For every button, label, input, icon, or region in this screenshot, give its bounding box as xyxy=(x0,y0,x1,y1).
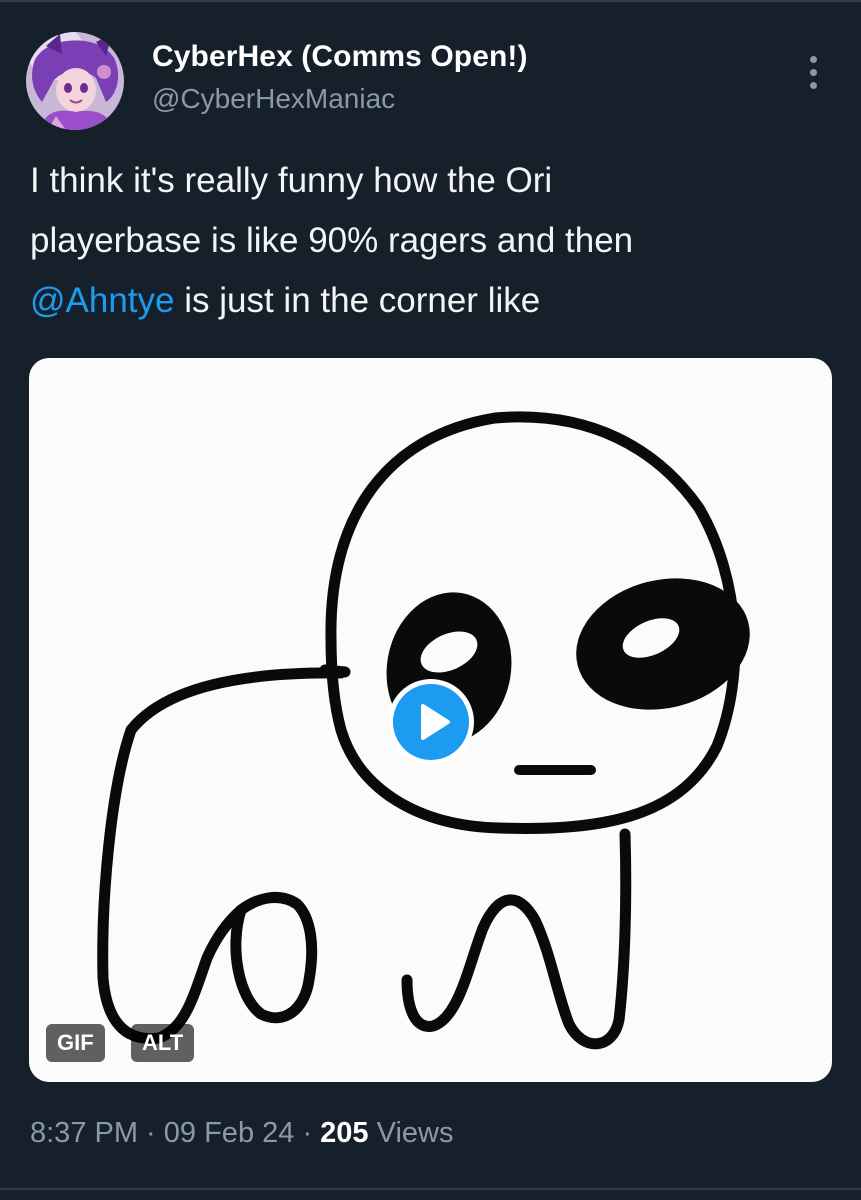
gif-badge: GIF xyxy=(46,1024,105,1062)
meta-separator: · xyxy=(294,1117,321,1149)
views-label: Views xyxy=(368,1117,454,1149)
tweet-text-line: playerbase is like 90% ragers and then xyxy=(30,221,634,260)
tweet-text: I think it's really funny how the Ori pl… xyxy=(30,151,830,331)
more-dot-icon xyxy=(810,56,817,63)
more-options-button[interactable] xyxy=(792,50,836,94)
tweet-time[interactable]: 8:37 PM xyxy=(30,1117,138,1149)
tweet-text-line: I think it's really funny how the Ori xyxy=(30,161,553,200)
tweet-text-line: @Ahntye is just in the corner like xyxy=(30,271,830,331)
author-display-name[interactable]: CyberHex (Comms Open!) xyxy=(152,40,528,74)
author-handle[interactable]: @CyberHexManiac xyxy=(152,83,395,115)
alt-text-button[interactable]: ALT xyxy=(131,1024,195,1062)
avatar[interactable] xyxy=(26,32,124,130)
mention-link[interactable]: @Ahntye xyxy=(30,281,175,320)
avatar-image xyxy=(26,32,124,130)
more-dot-icon xyxy=(810,69,817,76)
meta-separator: · xyxy=(138,1117,164,1149)
play-icon xyxy=(421,704,450,740)
tweet-text-fragment: is just in the corner like xyxy=(174,281,541,320)
play-button[interactable] xyxy=(388,679,474,765)
top-divider xyxy=(0,0,861,2)
bottom-divider xyxy=(0,1188,861,1190)
more-dot-icon xyxy=(810,82,817,89)
tweet-date[interactable]: 09 Feb 24 xyxy=(164,1117,295,1149)
tweet-metadata: 8:37 PM · 09 Feb 24 · 205 Views xyxy=(30,1117,453,1150)
gif-media[interactable]: GIF ALT xyxy=(29,358,832,1082)
views-count: 205 xyxy=(320,1117,369,1149)
